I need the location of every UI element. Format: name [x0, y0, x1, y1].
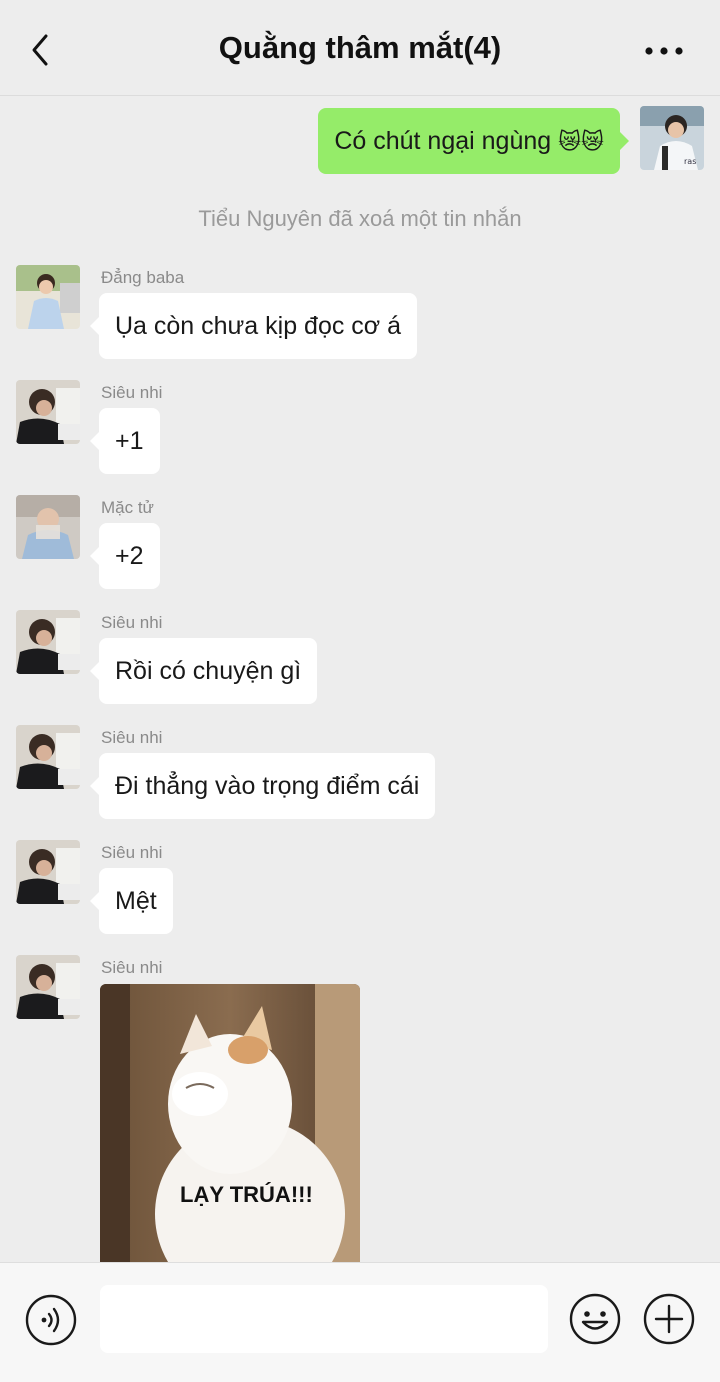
sender-name: Siêu nhi: [101, 613, 163, 632]
emoji-icon: [569, 1293, 621, 1345]
message-bubble[interactable]: +1: [90, 408, 160, 474]
message-bubble[interactable]: Ụa còn chưa kịp đọc cơ á: [89, 293, 418, 359]
voice-icon: [25, 1294, 77, 1346]
more-button[interactable]: [640, 34, 688, 68]
sender-name: Siêu nhi: [101, 728, 163, 747]
message-input[interactable]: [100, 1285, 548, 1353]
avatar-dang-baba[interactable]: [16, 265, 80, 329]
system-notice: Tiểu Nguyên đã xoá một tin nhắn: [198, 206, 522, 231]
message-bubble[interactable]: Rồi có chuyện gì: [89, 638, 318, 704]
chat-message-list[interactable]: Có chút ngại ngùng 😿😿 ras Tiểu Nguyên đã…: [0, 96, 720, 1262]
cat-meme-image[interactable]: LẠY TRÚA!!!: [100, 984, 360, 1262]
my-message-text: Có chút ngại ngùng: [334, 127, 552, 155]
message-bubble[interactable]: +2: [90, 523, 160, 589]
meme-caption: LẠY TRÚA!!!: [180, 1182, 313, 1207]
message-bubble[interactable]: Đi thẳng vào trọng điểm cái: [89, 753, 436, 819]
more-features-button[interactable]: [641, 1291, 697, 1347]
avatar-sieu-nhi[interactable]: [16, 955, 80, 1019]
my-avatar[interactable]: ras: [640, 106, 704, 170]
chat-header: Quằng thâm mắt(4): [0, 0, 720, 96]
voice-button[interactable]: [24, 1293, 78, 1347]
avatar-sieu-nhi[interactable]: [16, 610, 80, 674]
avatar-sieu-nhi[interactable]: [16, 840, 80, 904]
avatar-sieu-nhi[interactable]: [16, 725, 80, 789]
crying-cat-emoji: 😿😿: [558, 129, 604, 154]
sender-name: Đẳng baba: [101, 268, 185, 287]
message-bubble[interactable]: Mệt: [90, 868, 173, 934]
sender-name: Siêu nhi: [101, 843, 163, 862]
sender-name: Siêu nhi: [101, 958, 163, 977]
sender-name: Mặc tử: [101, 498, 154, 517]
plus-icon: [643, 1293, 695, 1345]
message-input-bar: [0, 1262, 720, 1382]
svg-text:ras: ras: [684, 157, 696, 166]
chat-title: Quằng thâm mắt(4): [218, 30, 502, 65]
avatar-mac-tu[interactable]: [16, 495, 80, 559]
sender-name: Siêu nhi: [101, 383, 163, 402]
more-icon: [645, 47, 683, 55]
avatar-sieu-nhi[interactable]: [16, 380, 80, 444]
emoji-button[interactable]: [567, 1291, 623, 1347]
my-message-bubble[interactable]: Có chút ngại ngùng 😿😿: [318, 108, 629, 174]
